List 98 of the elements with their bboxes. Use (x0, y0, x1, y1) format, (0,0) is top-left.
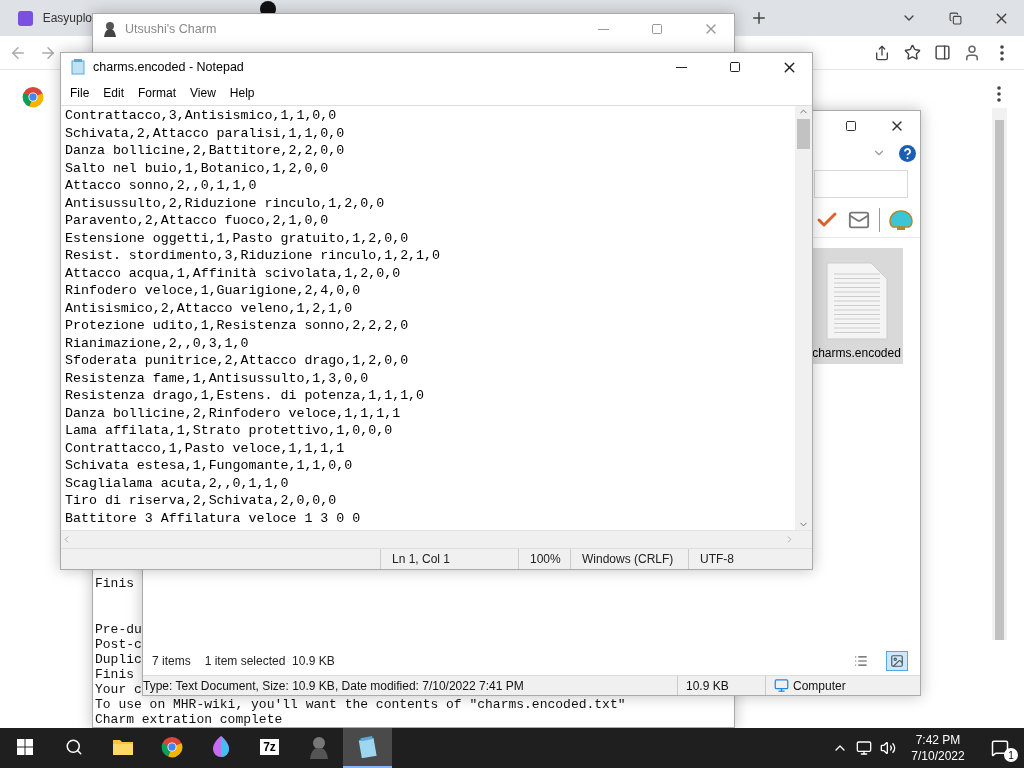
maximize-icon (729, 61, 741, 73)
maximize-icon (845, 120, 857, 132)
notification-button[interactable]: 1 (976, 728, 1024, 768)
selection-status: 1 item selected 10.9 KB (204, 654, 335, 668)
console-line: Duplic (95, 652, 142, 667)
site-icon (18, 10, 33, 26)
text-line: Salto nel buio,1,Botanico,1,2,0,0 (65, 159, 330, 177)
selected-document-tile[interactable]: charms.encoded (810, 248, 903, 364)
document-icon (825, 262, 888, 340)
encoding: UTF-8 (688, 549, 812, 569)
notepad-icon (71, 59, 85, 75)
text-line: Protezione udito,1,Resistenza sonno,2,2,2,0 (65, 317, 410, 335)
picture-icon (890, 654, 904, 668)
console-line: Finis (95, 667, 134, 682)
location-text: Computer (766, 676, 916, 695)
file-details-text: Type: Text Document, Size: 10.9 KB, Date modified: 7/10/2022 7:41 PM (143, 676, 678, 695)
more-icon (1000, 44, 1004, 61)
text-line: Lama affilata,1,Strato protettivo,1,0,0,0 (65, 422, 394, 440)
more-icon (997, 86, 1001, 102)
text-line: Danza bollicine,2,Battitore,2,2,0,0 (65, 142, 346, 160)
star-icon (903, 44, 921, 61)
list-icon (854, 654, 868, 668)
text-line: Antisussulto,2,Riduzione rinculo,1,2,0,0 (65, 194, 386, 212)
text-line: Estensione oggetti,1,Pasto gratuito,1,2,0,0 (65, 229, 410, 247)
menu-item[interactable]: Edit (96, 82, 132, 104)
maximize-icon (651, 23, 663, 35)
text-line: Tiro di riserva,2,Schivata,2,0,0,0 (65, 492, 338, 510)
zoom-level: 100% (518, 549, 570, 569)
help-icon (899, 144, 916, 162)
computer-icon (774, 678, 789, 693)
chrome-icon (160, 736, 183, 758)
vertical-scrollbar[interactable] (795, 106, 812, 530)
console-line: Pre-du (95, 622, 142, 637)
text-line: Attacco acqua,1,Affinità scivolata,1,2,0,0 (65, 264, 402, 282)
text-line: Rinfodero veloce,1,Guarigione,2,4,0,0 (65, 282, 362, 300)
text-line: Resistenza fame,1,Antisussulto,1,3,0,0 (65, 369, 370, 387)
taskbar-app-button[interactable] (343, 728, 392, 768)
chrome-logo-icon (22, 86, 44, 108)
notepad-icon (357, 736, 378, 758)
menu-item[interactable]: View (183, 82, 223, 104)
text-line: Resist. stordimento,3,Riduzione rinculo,1,2,1,0 (65, 247, 442, 265)
preview-view-button[interactable] (886, 651, 908, 671)
text-line: Battitore 3 Affilatura veloce 1 3 0 0 (65, 509, 362, 527)
text-line: Antisismico,2,Attacco veleno,1,2,1,0 (65, 299, 354, 317)
shell-icon (888, 209, 914, 231)
menu-item[interactable]: Help (222, 82, 262, 104)
item-count: 7 items (152, 654, 191, 668)
search-icon (64, 738, 83, 756)
search-field[interactable] (814, 170, 908, 198)
message-icon (991, 739, 1009, 757)
cursor-position: Ln 1, Col 1 (380, 549, 518, 569)
character-icon (103, 21, 117, 37)
envelope-icon (848, 209, 870, 231)
minimize-icon (597, 28, 609, 30)
console-line: To use on MHR-wiki, you'll want the contents of "charms.encoded.txt" (95, 697, 626, 712)
text-line: Schivata,2,Attacco paralisi,1,1,0,0 (65, 124, 346, 142)
archiver-icon: 7z (260, 739, 279, 755)
browser-tab[interactable] (260, 1, 276, 13)
menu-item[interactable]: Format (131, 82, 184, 104)
text-line: Contrattacco,1,Pasto veloce,1,1,1,1 (65, 439, 346, 457)
monitor-icon (856, 740, 872, 756)
file-size-text: 10.9 KB (678, 676, 766, 695)
menu-item[interactable]: File (63, 82, 97, 104)
text-line: Schivata estesa,1,Fungomante,1,1,0,0 (65, 457, 354, 475)
console-line: Your c (95, 682, 142, 697)
console-line: Post-c (95, 637, 142, 652)
minimize-icon (675, 66, 687, 68)
text-line: Paravento,2,Attacco fuoco,2,1,0,0 (65, 212, 330, 230)
text-line: Contrattacco,3,Antisismico,1,1,0,0 (65, 107, 338, 125)
taskbar-app-button[interactable]: 7z (245, 728, 294, 768)
person-icon (963, 43, 981, 62)
window-title: Utsushi's Charm (125, 22, 217, 36)
text-line: Attacco sonno,2,,0,1,1,0 (65, 177, 258, 195)
side-panel-icon (933, 44, 951, 61)
console-line: Charm extration complete (95, 712, 283, 727)
text-line: Scaglialama acuta,2,,0,1,1,0 (65, 474, 290, 492)
text-line: Rianimazione,2,,0,3,1,0 (65, 334, 250, 352)
text-line: Danza bollicine,2,Rinfodero veloce,1,1,1,1 (65, 404, 402, 422)
window-title: charms.encoded - Notepad (93, 60, 244, 74)
scroll-thumb[interactable] (797, 119, 810, 149)
plus-icon (750, 9, 768, 27)
notification-count: 1 (1004, 748, 1018, 762)
speaker-icon (880, 740, 896, 756)
line-ending: Windows (CRLF) (570, 549, 688, 569)
text-line: Resistenza drago,1,Estens. di potenza,1,1,1,0 (65, 387, 426, 405)
page-scrollbar[interactable] (991, 108, 1007, 640)
windows-logo-icon (16, 739, 33, 755)
character-icon (307, 735, 330, 759)
console-line: Finis (95, 576, 134, 591)
time-text: 7:42 PM (915, 732, 961, 748)
restore-icon (948, 11, 962, 25)
share-icon (874, 44, 890, 61)
clock[interactable]: 7:42 PM 7/10/2022 (900, 732, 976, 764)
folder-icon (111, 738, 134, 756)
date-text: 7/10/2022 (911, 748, 965, 764)
browser-tab[interactable]: Easyuplo (18, 4, 92, 32)
text-line: Sfoderata punitrice,2,Attacco drago,1,2,0,0 (65, 352, 410, 370)
paint-drop-icon (210, 735, 231, 759)
